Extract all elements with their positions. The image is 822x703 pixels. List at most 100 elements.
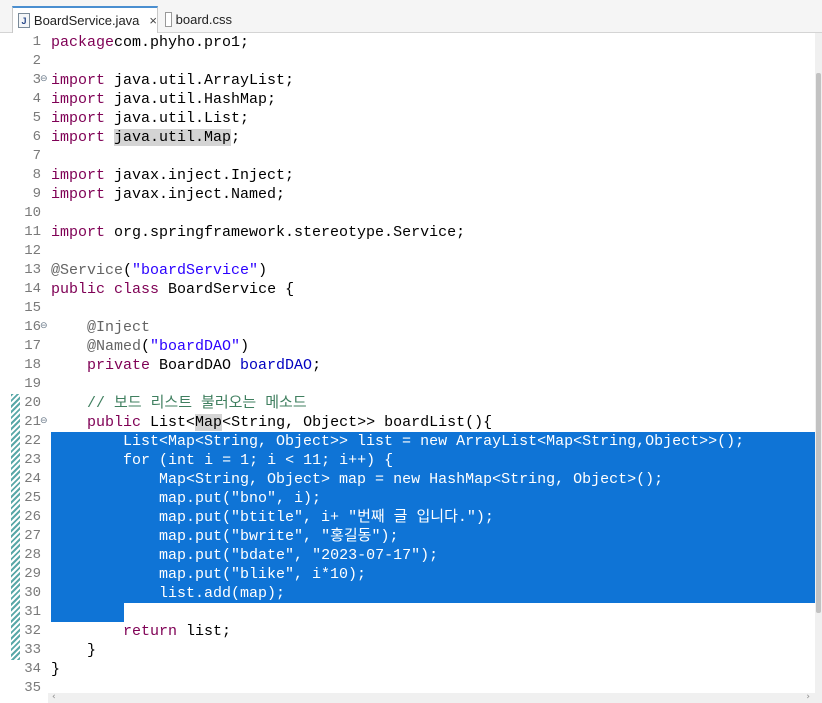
line-number: 17 <box>24 338 41 354</box>
vertical-scroll-thumb[interactable] <box>816 73 821 613</box>
code-text: import javax.inject.Inject; <box>51 166 294 185</box>
line-number: 1 <box>32 34 41 50</box>
code-token: boardDAO <box>240 357 313 374</box>
line-number: 4 <box>32 91 41 107</box>
code-token: ( <box>141 338 151 355</box>
code-token: ); <box>475 509 494 526</box>
line-number: 9 <box>32 186 41 202</box>
code-token: "bno" <box>231 490 277 507</box>
code-line[interactable]: 32 return list; <box>0 622 815 641</box>
code-token: for <box>123 452 151 469</box>
code-line[interactable]: 9 import javax.inject.Named; <box>0 185 815 204</box>
code-token: import <box>51 110 106 127</box>
line-number: 30 <box>24 585 41 601</box>
code-text: @Named("boardDAO") <box>51 337 249 356</box>
code-line[interactable]: 25 map.put("bno", i); <box>0 489 815 508</box>
horizontal-scrollbar[interactable] <box>48 693 815 703</box>
code-text: import java.util.Map; <box>51 128 240 147</box>
code-line[interactable]: 2 <box>0 52 815 71</box>
code-line[interactable]: 28 map.put("bdate", "2023-07-17"); <box>0 546 815 565</box>
code-token: private <box>87 357 151 374</box>
code-token: ); <box>420 547 439 564</box>
code-text: public List<Map<String, Object>> boardLi… <box>51 413 492 432</box>
code-token: @Inject <box>87 319 151 336</box>
code-line[interactable]: 18 private BoardDAO boardDAO; <box>0 356 815 375</box>
code-token: java.util.List; <box>105 110 250 127</box>
code-line[interactable]: 15 <box>0 299 815 318</box>
line-number: 28 <box>24 547 41 563</box>
line-number: 22 <box>24 433 41 449</box>
code-line[interactable]: 12 <box>0 242 815 261</box>
code-line[interactable]: 31 } <box>0 603 815 622</box>
tab-boardservice-java[interactable]: J BoardService.java × <box>12 6 158 33</box>
code-line[interactable]: 33 } <box>0 641 815 660</box>
code-line[interactable]: 29 map.put("blike", i*10); <box>0 565 815 584</box>
code-line[interactable]: 30 list.add(map); <box>0 584 815 603</box>
code-token: map.put( <box>51 547 232 564</box>
code-text: import org.springframework.stereotype.Se… <box>51 223 465 242</box>
line-number: 8 <box>32 167 41 183</box>
code-editor[interactable]: 1 packagecom.phyho.pro1; 2 3 ⊖ import java.ut… <box>0 33 822 703</box>
code-line[interactable]: 19 <box>0 375 815 394</box>
code-token: } <box>51 604 133 621</box>
line-number: 29 <box>24 566 41 582</box>
code-token: "blike" <box>231 566 295 583</box>
scroll-right-icon[interactable]: › <box>806 692 810 702</box>
code-line[interactable]: 5 import java.util.List; <box>0 109 815 128</box>
fold-toggle-icon[interactable]: ⊖ <box>40 321 48 331</box>
code-line[interactable]: 34} <box>0 660 815 679</box>
tab-board-css[interactable]: board.css <box>160 6 232 33</box>
code-line[interactable]: 1 packagecom.phyho.pro1; <box>0 33 815 52</box>
code-text: Map<String, Object> map = new HashMap<St… <box>51 470 663 489</box>
fold-toggle-icon[interactable]: ⊖ <box>40 416 48 426</box>
code-token: list.add(map); <box>51 585 286 602</box>
line-number: 32 <box>24 623 41 639</box>
code-token: java.util.Map <box>114 129 232 146</box>
code-line[interactable]: 3 ⊖ import java.util.ArrayList; <box>0 71 815 90</box>
code-line[interactable]: 17 @Named("boardDAO") <box>0 337 815 356</box>
code-token: javax.inject.Named; <box>105 186 286 203</box>
code-token: HashMap<String, Object>(); <box>420 471 664 488</box>
code-line[interactable]: 23 for (int i = 1; i < 11; i++) { <box>0 451 815 470</box>
code-token: @Named <box>87 338 142 355</box>
code-line[interactable]: 22 List<Map<String, Object>> list = new … <box>0 432 815 451</box>
code-line[interactable]: 7 <box>0 147 815 166</box>
code-line[interactable]: 21 ⊖ public List<Map<String, Object>> boa… <box>0 413 815 432</box>
code-token: public <box>51 281 106 298</box>
code-token: ( <box>150 452 169 469</box>
java-file-icon: J <box>18 13 30 28</box>
code-line[interactable]: 11 import org.springframework.stereotype.… <box>0 223 815 242</box>
code-token: , i); <box>276 490 322 507</box>
code-line[interactable]: 26 map.put("btitle", i+ "번째 글 입니다."); <box>0 508 815 527</box>
code-token: BoardDAO <box>150 357 241 374</box>
code-token: map.put( <box>51 566 232 583</box>
code-line[interactable]: 20 // 보드 리스트 불러오는 메소드 <box>0 394 815 413</box>
line-number: 14 <box>24 281 41 297</box>
code-line[interactable]: 4 import java.util.HashMap; <box>0 90 815 109</box>
code-line[interactable]: 8 import javax.inject.Inject; <box>0 166 815 185</box>
scroll-left-icon[interactable]: ‹ <box>52 692 56 702</box>
code-line[interactable]: 13 @Service("boardService") <box>0 261 815 280</box>
code-line[interactable]: 6 import java.util.Map; <box>0 128 815 147</box>
line-number: 24 <box>24 471 41 487</box>
code-line[interactable]: 16 ⊖ @Inject <box>0 318 815 337</box>
close-icon[interactable]: × <box>149 13 157 28</box>
vertical-scrollbar[interactable] <box>815 33 822 703</box>
code-text: } <box>51 603 132 622</box>
code-token: return <box>123 623 178 640</box>
code-line[interactable]: 10 <box>0 204 815 223</box>
code-line[interactable]: 27 map.put("bwrite", "홍길동"); <box>0 527 815 546</box>
code-line[interactable]: 24 Map<String, Object> map = new HashMap… <box>0 470 815 489</box>
code-token: int <box>168 452 196 469</box>
code-token: ; <box>312 357 322 374</box>
code-text: private BoardDAO boardDAO; <box>51 356 321 375</box>
line-number: 31 <box>24 604 41 620</box>
line-number: 11 <box>24 224 41 240</box>
fold-toggle-icon[interactable]: ⊖ <box>40 74 48 84</box>
code-line[interactable]: 14 public class BoardService { <box>0 280 815 299</box>
line-number: 23 <box>24 452 41 468</box>
code-token: , i+ <box>303 509 349 526</box>
